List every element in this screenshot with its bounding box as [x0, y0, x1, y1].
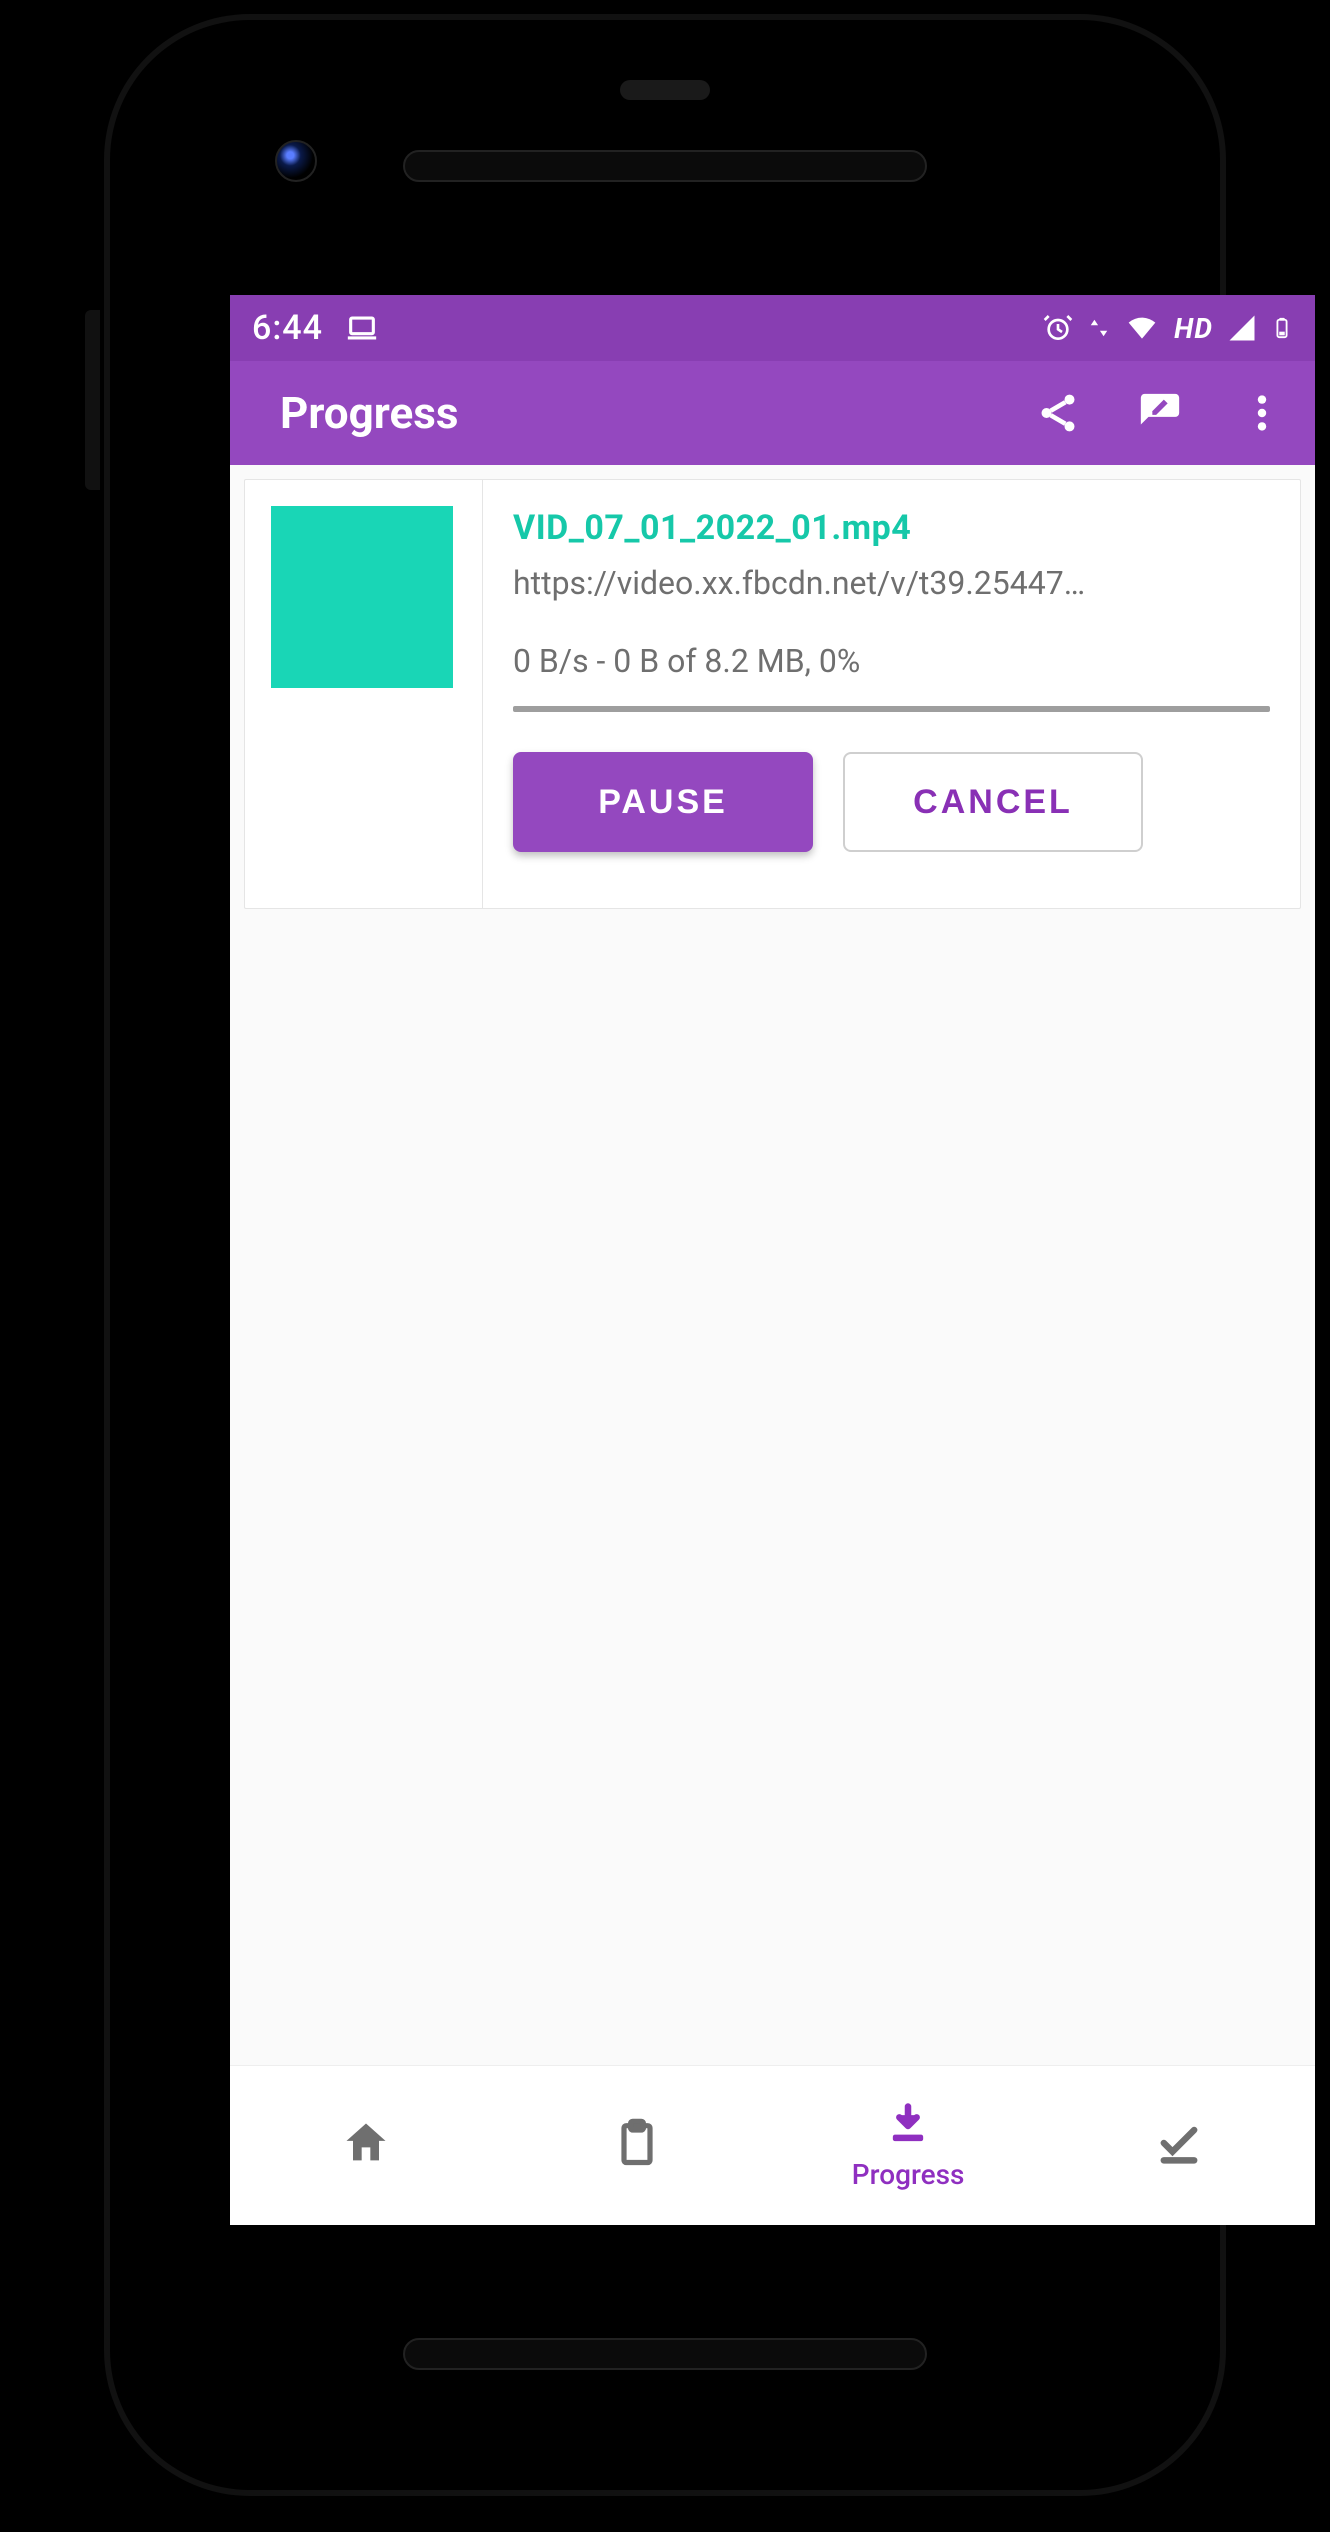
video-thumbnail[interactable]	[271, 506, 453, 688]
phone-side-button	[85, 310, 107, 490]
hd-indicator: HD	[1174, 312, 1213, 345]
tab-label: Progress	[852, 2158, 965, 2191]
download-url: https://video.xx.fbcdn.net/v/t39.25447…	[513, 564, 1270, 602]
thumbnail-column	[245, 480, 483, 908]
more-vert-icon[interactable]	[1239, 390, 1285, 436]
wifi-icon	[1124, 312, 1160, 344]
laptop-icon	[345, 311, 379, 345]
cell-signal-icon	[1227, 313, 1257, 343]
home-icon	[340, 2117, 392, 2169]
clipboard-icon	[611, 2117, 663, 2169]
page-title: Progress	[280, 387, 458, 439]
alarm-icon	[1042, 312, 1074, 344]
tab-home[interactable]: Home	[230, 2066, 501, 2225]
share-icon[interactable]	[1035, 390, 1081, 436]
download-info: VID_07_01_2022_01.mp4 https://video.xx.f…	[483, 480, 1300, 908]
phone-frame: 6:44	[110, 20, 1220, 2490]
download-card: VID_07_01_2022_01.mp4 https://video.xx.f…	[244, 479, 1301, 909]
download-icon	[882, 2100, 934, 2152]
tab-progress[interactable]: Progress	[773, 2066, 1044, 2225]
feedback-icon[interactable]	[1137, 390, 1183, 436]
tab-done[interactable]: Done	[1044, 2066, 1315, 2225]
tab-clipboard[interactable]: Clipboard	[501, 2066, 772, 2225]
phone-notch	[620, 80, 710, 100]
done-icon	[1153, 2117, 1205, 2169]
status-time: 6:44	[252, 308, 323, 348]
battery-icon	[1271, 311, 1293, 345]
pause-button[interactable]: PAUSE	[513, 752, 813, 852]
status-bar: 6:44	[230, 295, 1315, 361]
bottom-nav: Home Clipboard Progress Done	[230, 2065, 1315, 2225]
screen: 6:44	[230, 295, 1315, 2225]
download-filename: VID_07_01_2022_01.mp4	[513, 508, 1270, 548]
cancel-button[interactable]: CANCEL	[843, 752, 1143, 852]
app-bar: Progress	[230, 361, 1315, 465]
phone-front-camera	[275, 140, 317, 182]
download-progress-bar	[513, 706, 1270, 712]
data-updown-icon	[1088, 314, 1110, 342]
content-area: VID_07_01_2022_01.mp4 https://video.xx.f…	[230, 465, 1315, 2065]
download-stats: 0 B/s - 0 B of 8.2 MB, 0%	[513, 642, 1270, 680]
